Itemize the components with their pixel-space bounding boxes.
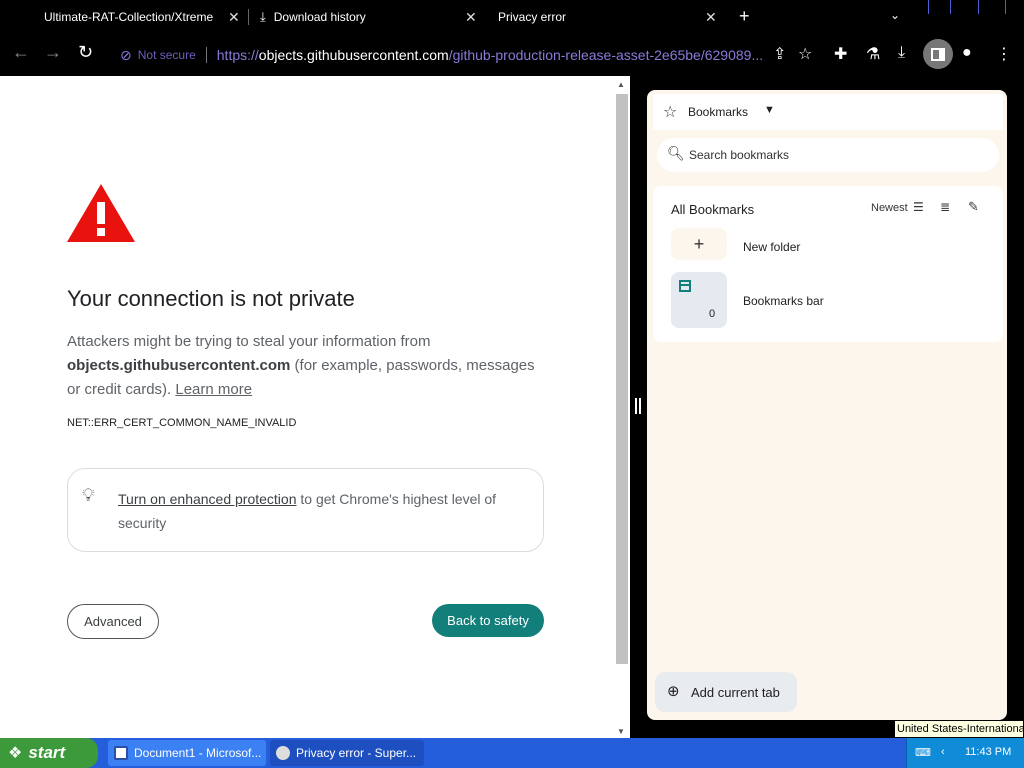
start-button[interactable]: ❖ start (0, 738, 98, 768)
error-description: Attackers might be trying to steal your … (67, 330, 547, 402)
taskbar-item-chrome[interactable]: Privacy error - Super... (270, 740, 424, 766)
url-text[interactable]: https://objects.githubusercontent.com/gi… (217, 47, 777, 63)
side-panel-title[interactable]: Bookmarks (688, 105, 748, 119)
scroll-up-arrow-icon[interactable]: ▲ (617, 80, 625, 89)
language-tooltip: United States-International (894, 720, 1024, 738)
task-label: Privacy error - Super... (296, 746, 417, 760)
search-placeholder: Search bookmarks (689, 148, 790, 162)
side-panel-toggle-icon[interactable] (923, 39, 953, 69)
downloads-icon[interactable]: ⤓ (898, 44, 905, 62)
tab-privacy-error[interactable]: Privacy error ✕ (498, 0, 718, 34)
close-icon[interactable]: ✕ (465, 9, 477, 26)
new-folder-button[interactable]: + (671, 228, 727, 260)
page-scrollbar[interactable]: ▲ ▼ (614, 76, 630, 738)
all-bookmarks-section: All Bookmarks Newest ☰ ≣ ✎ + New folder … (653, 186, 1003, 342)
msg-text: Attackers might be trying to steal your … (67, 333, 431, 350)
extensions-icon[interactable]: ✚ (834, 44, 847, 64)
privacy-error-page: Your connection is not private Attackers… (0, 76, 614, 738)
security-chip[interactable]: Not secure (138, 48, 196, 62)
bookmarks-bar-label[interactable]: Bookmarks bar (743, 294, 824, 308)
bookmark-star-icon[interactable]: ☆ (798, 44, 812, 64)
keyboard-icon[interactable]: ⌨ (915, 746, 931, 759)
taskbar: ❖ start Document1 - Microsof... Privacy … (0, 738, 1024, 768)
not-secure-icon[interactable]: ⊘ (120, 47, 132, 64)
advanced-button[interactable]: Advanced (67, 604, 159, 639)
tab-strip: Ultimate-RAT-Collection/XtremeR ✕ ⤓ Down… (0, 0, 1024, 34)
page-title: Your connection is not private (67, 286, 355, 311)
window-control-edge (928, 0, 929, 14)
scroll-thumb[interactable] (616, 94, 628, 664)
list-view-icon[interactable]: ≣ (940, 200, 950, 214)
side-panel-header[interactable]: ☆ Bookmarks ▼ (653, 94, 1003, 130)
plus-icon: + (693, 233, 705, 254)
task-label: Document1 - Microsof... (134, 746, 262, 760)
tab-download-history[interactable]: ⤓ Download history ✕ (260, 0, 480, 34)
window-control-edge (978, 0, 979, 14)
bookmarks-bar-folder[interactable]: 0 (671, 272, 727, 328)
url-scheme: https:// (216, 47, 259, 63)
tray-arrow-icon[interactable]: ‹ (941, 746, 945, 758)
taskbar-item-word[interactable]: Document1 - Microsof... (108, 740, 266, 766)
screen: Ultimate-RAT-Collection/XtremeR ✕ ⤓ Down… (0, 0, 1024, 768)
profile-icon[interactable]: ● (962, 44, 972, 62)
search-icon: 🔍︎ (667, 145, 685, 161)
address-bar[interactable]: ⊘ Not secure https://objects.githubuserc… (108, 40, 828, 70)
window-control-edge (1005, 0, 1006, 14)
menu-kebab-icon[interactable]: ⋮ (996, 44, 1012, 64)
lightbulb-icon: 💡︎ (82, 485, 95, 505)
tab-separator (248, 9, 249, 25)
share-icon[interactable]: ⇪ (773, 44, 786, 64)
bookmarks-bar-icon (679, 280, 691, 292)
add-current-tab-label: Add current tab (691, 685, 780, 700)
section-title: All Bookmarks (671, 202, 755, 217)
window-control-edge (950, 0, 951, 14)
browser-toolbar: ← → ↻ ⊘ Not secure https://objects.githu… (0, 34, 1024, 76)
search-bookmarks-input[interactable]: 🔍︎ Search bookmarks (657, 138, 999, 172)
bookmarks-side-panel: ☆ Bookmarks ▼ 🔍︎ Search bookmarks All Bo… (647, 90, 1007, 720)
scroll-down-arrow-icon[interactable]: ▼ (617, 727, 625, 736)
enhanced-protection-link[interactable]: Turn on enhanced protection (118, 491, 297, 507)
tab-ultimate-rat[interactable]: Ultimate-RAT-Collection/XtremeR ✕ (44, 0, 244, 34)
system-tray: ⌨ ‹ 11:43 PM (906, 738, 1024, 768)
new-folder-label[interactable]: New folder (743, 240, 800, 254)
error-code: NET::ERR_CERT_COMMON_NAME_INVALID (67, 417, 297, 429)
bookmark-star-icon: ☆ (663, 104, 678, 121)
sort-icon[interactable]: ☰ (913, 200, 924, 214)
tab-title: Privacy error (498, 10, 567, 24)
warning-icon (67, 184, 135, 242)
enhanced-protection-text: Turn on enhanced protection to get Chrom… (118, 487, 538, 535)
clock: 11:43 PM (965, 746, 1012, 758)
url-path: /github-production-release-asset-2e65be/… (448, 47, 764, 63)
start-label: start (28, 743, 66, 762)
forward-button[interactable]: → (44, 42, 62, 63)
msg-host: objects.githubusercontent.com (67, 357, 291, 374)
labs-flask-icon[interactable]: ⚗ (866, 44, 880, 64)
enhanced-protection-card: 💡︎ Turn on enhanced protection to get Ch… (67, 468, 544, 552)
dropdown-arrow-icon[interactable]: ▼ (764, 104, 775, 116)
download-icon: ⤓ (260, 9, 266, 24)
side-panel-resize-handle[interactable] (630, 76, 647, 738)
learn-more-link[interactable]: Learn more (175, 381, 252, 398)
windows-flag-icon: ❖ (8, 745, 23, 762)
resize-grip-icon[interactable] (635, 398, 641, 414)
sort-button[interactable]: Newest (871, 202, 908, 214)
word-icon (114, 746, 128, 760)
close-icon[interactable]: ✕ (228, 9, 240, 26)
tab-title: Ultimate-RAT-Collection/XtremeR (44, 10, 214, 24)
url-host: objects.githubusercontent.com (258, 47, 449, 63)
new-tab-button[interactable]: + (739, 6, 750, 27)
browser-icon (276, 746, 290, 760)
back-button[interactable]: ← (12, 42, 30, 63)
divider (205, 47, 207, 63)
edit-pencil-icon[interactable]: ✎ (968, 199, 979, 215)
add-current-tab-button[interactable]: ⊕ Add current tab (655, 672, 797, 712)
reload-button[interactable]: ↻ (78, 42, 93, 63)
close-icon[interactable]: ✕ (705, 9, 717, 26)
add-circle-icon: ⊕ (667, 683, 680, 700)
tab-search-chevron-icon[interactable]: ⌄ (890, 8, 900, 22)
bookmark-count: 0 (709, 308, 716, 320)
back-to-safety-button[interactable]: Back to safety (432, 604, 544, 637)
tab-title: Download history (273, 10, 366, 24)
